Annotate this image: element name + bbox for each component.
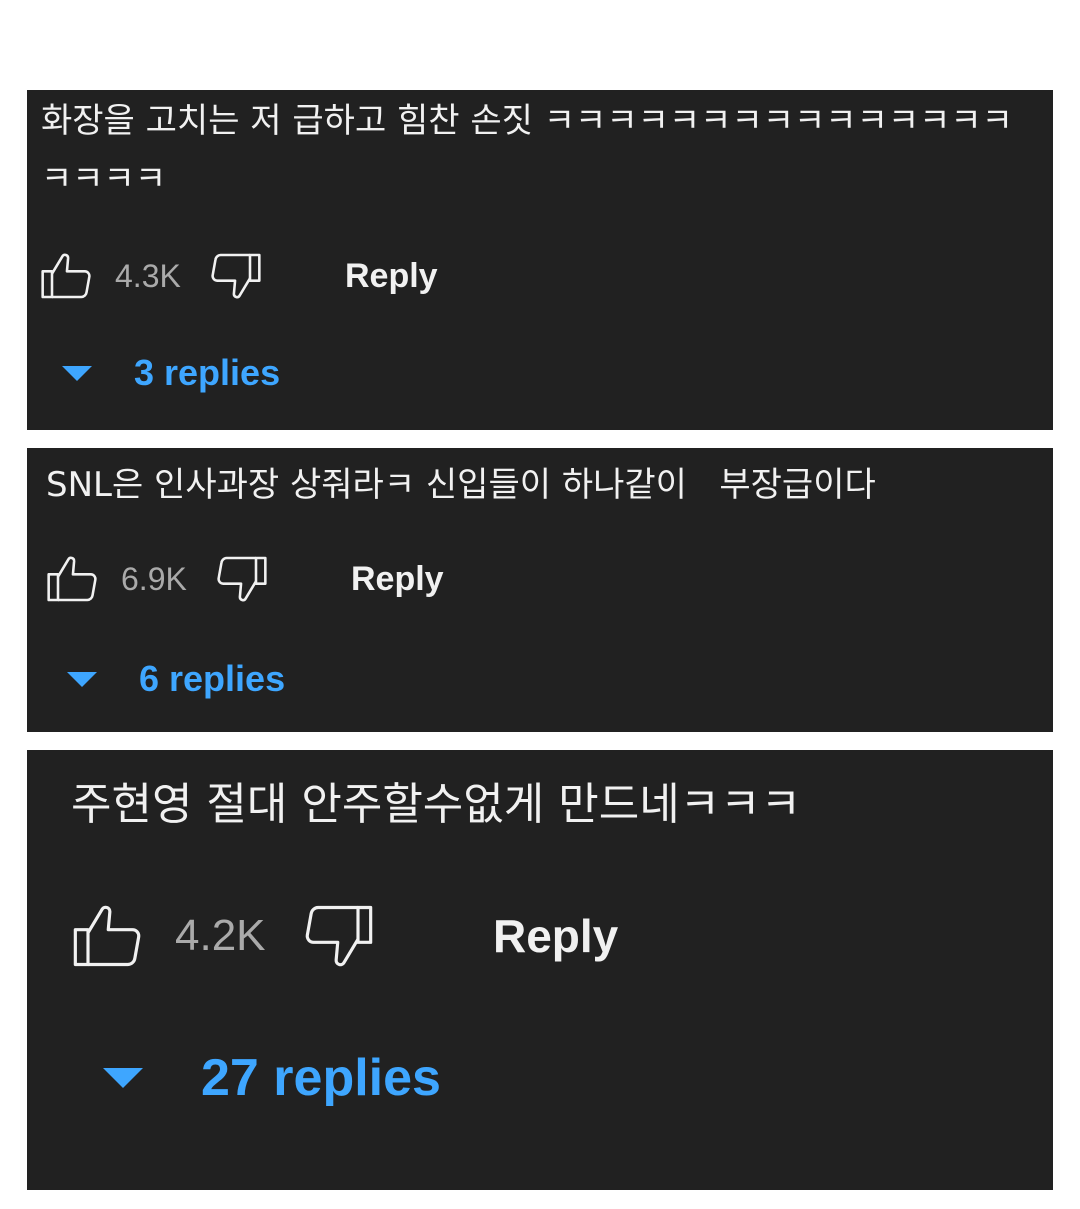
replies-count-label: 3 replies [134,352,281,393]
caret-down-icon [62,365,92,381]
comment-action-bar: 4.3K Reply [37,248,438,304]
replies-count-label: 27 replies [201,1049,441,1107]
reply-button[interactable]: Reply [351,560,444,599]
caret-down-icon [103,1068,143,1088]
comment-card: 주현영 절대 안주할수없게 만드네ㅋㅋㅋ 4.2K Reply 27 repli… [27,750,1053,1190]
comment-card: 화장을 고치는 저 급하고 힘찬 손짓 ㅋㅋㅋㅋㅋㅋㅋㅋㅋㅋㅋㅋㅋㅋㅋㅋㅋㅋㅋ … [27,90,1053,430]
reply-button[interactable]: Reply [493,909,618,963]
thumbs-up-icon[interactable] [67,898,147,974]
thumbs-up-icon[interactable] [37,248,95,304]
thumbs-down-icon[interactable] [299,898,379,974]
replies-count-label: 6 replies [139,658,286,699]
caret-down-icon [67,671,97,687]
view-replies-button[interactable]: 6 replies [67,658,285,700]
like-count: 6.9K [121,560,187,597]
comment-text: 화장을 고치는 저 급하고 힘찬 손짓 ㅋㅋㅋㅋㅋㅋㅋㅋㅋㅋㅋㅋㅋㅋㅋㅋㅋㅋㅋ [41,101,1013,199]
comment-action-bar: 4.2K Reply [67,900,618,972]
like-count: 4.3K [115,257,181,294]
like-count: 4.2K [175,911,266,960]
thumbs-down-icon[interactable] [213,551,271,607]
view-replies-button[interactable]: 27 replies [103,1048,441,1108]
comment-text: 주현영 절대 안주할수없게 만드네ㅋㅋㅋ [71,779,802,830]
comment-text: SNL은 인사과장 상줘라ㅋ 신입들이 하나같이 부장급이다 [46,465,876,505]
comment-card: SNL은 인사과장 상줘라ㅋ 신입들이 하나같이 부장급이다 6.9K Repl… [27,448,1053,732]
thumbs-up-icon[interactable] [43,551,101,607]
view-replies-button[interactable]: 3 replies [62,352,280,394]
thumbs-down-icon[interactable] [207,248,265,304]
comment-action-bar: 6.9K Reply [43,551,444,607]
reply-button[interactable]: Reply [345,257,438,296]
